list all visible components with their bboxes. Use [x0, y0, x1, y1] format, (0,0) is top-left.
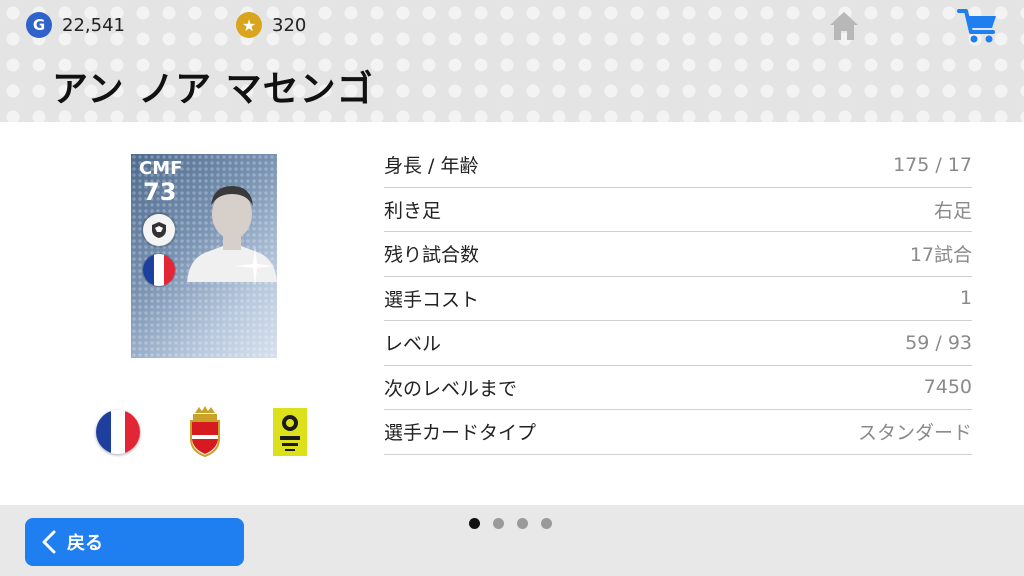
top-bar: G 22,541 ★ 320 アン ノア マセンゴ [0, 0, 1024, 122]
info-row-player-cost: 選手コスト 1 [384, 277, 972, 321]
chevron-left-icon [42, 530, 56, 554]
player-name: アン ノア マセンゴ [52, 69, 374, 110]
page-dot-2[interactable] [493, 518, 504, 529]
info-label: 利き足 [384, 199, 442, 222]
monaco-crest-icon[interactable] [187, 405, 223, 457]
info-value: 17試合 [909, 244, 972, 267]
card-position: CMF [139, 158, 183, 179]
back-button-label: 戻る [67, 533, 103, 554]
sparkle-icon [235, 246, 275, 286]
card-flag-icon [143, 254, 175, 286]
info-value: 右足 [933, 199, 972, 222]
coin-icon: ★ [236, 12, 262, 38]
coin-balance: ★ 320 [236, 12, 306, 38]
info-value: 1 [959, 287, 972, 310]
gp-icon: G [26, 12, 52, 38]
ligue1-logo-icon[interactable] [273, 408, 307, 456]
home-icon[interactable] [826, 8, 862, 44]
info-label: 選手カードタイプ [384, 422, 537, 445]
info-row-level: レベル 59 / 93 [384, 321, 972, 366]
player-card[interactable]: CMF 73 [131, 154, 277, 358]
page-dot-3[interactable] [517, 518, 528, 529]
info-label: 残り試合数 [384, 244, 480, 267]
info-label: 身長 / 年齢 [384, 155, 479, 178]
cart-icon[interactable] [956, 6, 1000, 46]
back-button[interactable]: 戻る [25, 518, 244, 566]
gp-value: 22,541 [62, 14, 125, 36]
info-value: 7450 [923, 376, 972, 399]
info-row-foot: 利き足 右足 [384, 188, 972, 232]
card-rating: 73 [143, 178, 177, 206]
info-row-remaining-matches: 残り試合数 17試合 [384, 232, 972, 277]
coin-value: 320 [272, 14, 307, 36]
club-badge-icon [143, 214, 175, 246]
gp-balance: G 22,541 [26, 12, 125, 38]
france-flag-icon[interactable] [96, 410, 140, 454]
player-info-table: 身長 / 年齢 175 / 17 利き足 右足 残り試合数 17試合 選手コスト… [384, 143, 972, 455]
info-row-card-type: 選手カードタイプ スタンダード [384, 410, 972, 455]
info-label: 選手コスト [384, 288, 480, 311]
info-value: 175 / 17 [893, 153, 972, 176]
info-label: レベル [384, 333, 442, 356]
info-label: 次のレベルまで [384, 377, 518, 400]
page-dot-4[interactable] [541, 518, 552, 529]
page-dot-1[interactable] [469, 518, 480, 529]
info-value: スタンダード [857, 422, 972, 445]
page-indicator [469, 518, 552, 529]
info-row-next-level: 次のレベルまで 7450 [384, 366, 972, 410]
info-row-height-age: 身長 / 年齢 175 / 17 [384, 143, 972, 188]
info-value: 59 / 93 [905, 331, 972, 354]
